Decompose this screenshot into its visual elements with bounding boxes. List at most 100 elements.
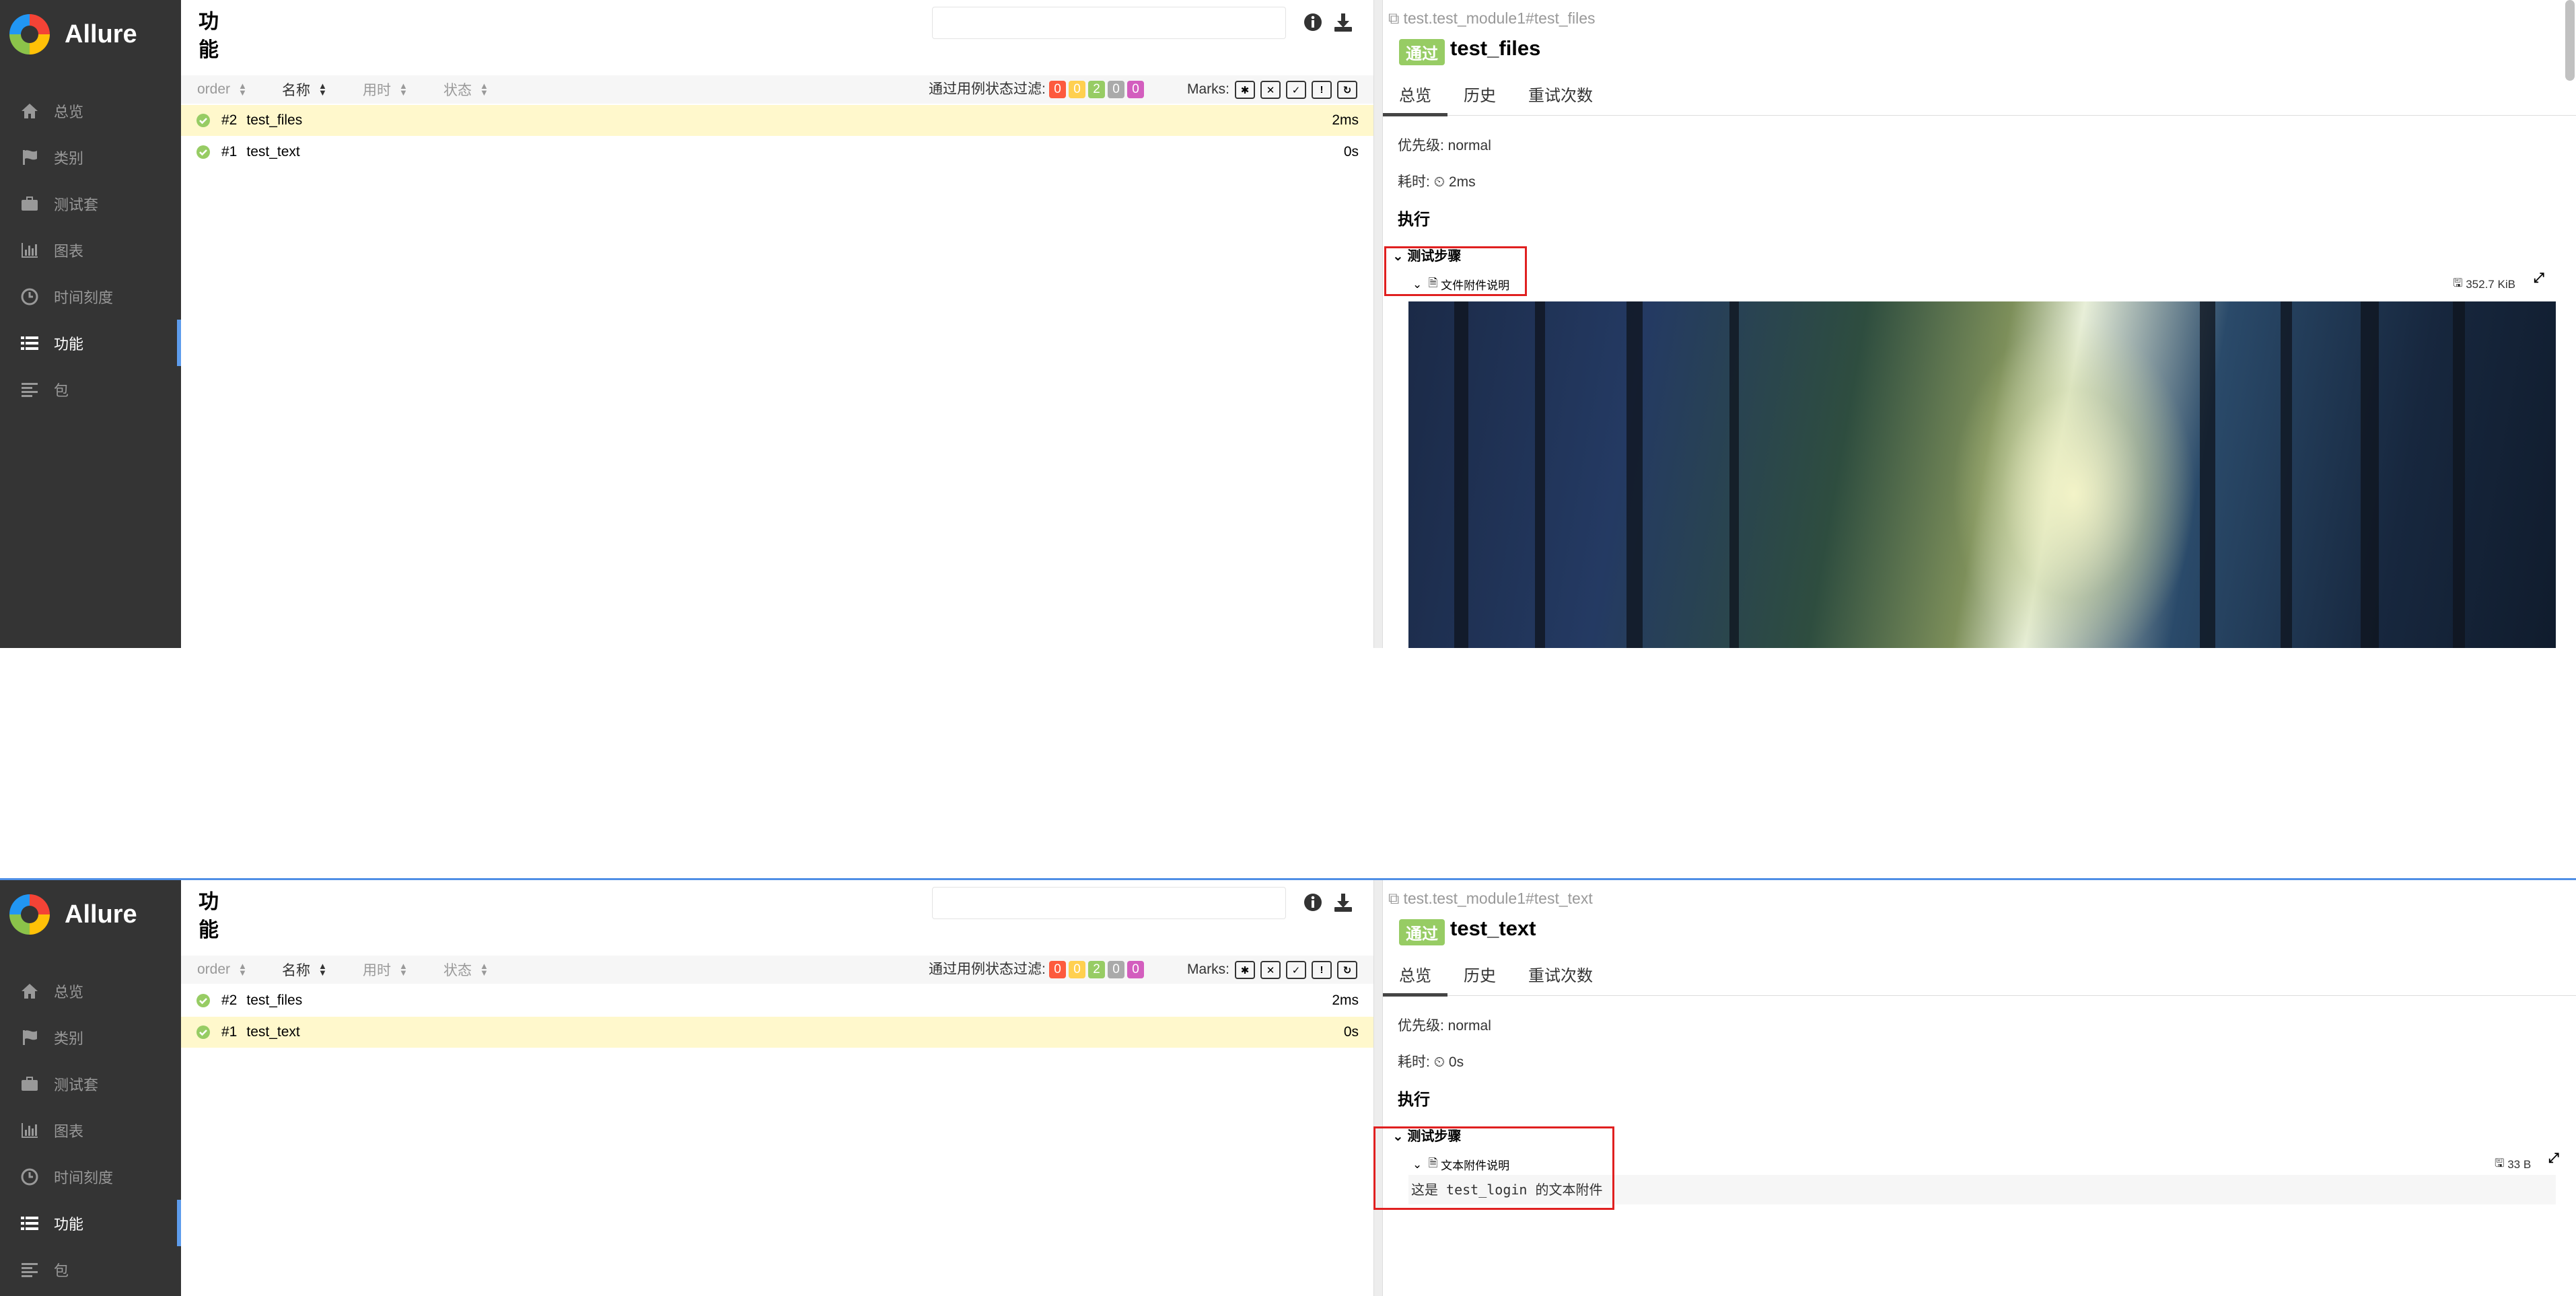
- scrollbar[interactable]: [2565, 0, 2575, 81]
- test-detail-panel: ⧉ test.test_module1#test_files 通过 test_fi…: [1383, 0, 2576, 648]
- new-passed-mark-icon[interactable]: ✓: [1286, 961, 1306, 979]
- feature-list-panel: 功能 order ▲ ▼ 名称 ▲ ▼ 用时 ▲ ▼ 状态 ▲ ▼ 通过用例状态过滤: 0020…: [181, 0, 1373, 648]
- sort-arrows-icon: ▲ ▼: [318, 961, 327, 978]
- sidebar-item-list[interactable]: 功能: [0, 1200, 181, 1246]
- sidebar-item-label: 功能: [54, 335, 84, 353]
- sidebar-item-home[interactable]: 总览: [0, 968, 181, 1014]
- save-icon: 🖫: [2453, 277, 2463, 289]
- sort-arrows-icon: ▲ ▼: [399, 81, 408, 98]
- allure-logo-icon: [9, 894, 50, 935]
- download-icon[interactable]: [1332, 891, 1355, 914]
- table-row[interactable]: #1 test_text 0s: [181, 1017, 1373, 1048]
- status-filter-badge[interactable]: 0: [1108, 81, 1124, 98]
- status-filter-badge[interactable]: 2: [1088, 81, 1105, 98]
- status-filter-badge[interactable]: 0: [1127, 961, 1144, 978]
- sidebar-item-bar-chart[interactable]: 图表: [0, 227, 181, 273]
- search-input[interactable]: [932, 887, 1286, 919]
- sort-order[interactable]: order ▲ ▼: [197, 962, 247, 978]
- status-filter-badge[interactable]: 0: [1108, 961, 1124, 978]
- status-filter-badge[interactable]: 0: [1127, 81, 1144, 98]
- status-badge: 通过: [1399, 39, 1445, 65]
- flaky-mark-icon[interactable]: ✱: [1235, 81, 1255, 99]
- expand-icon[interactable]: ⤢: [2548, 1151, 2559, 1166]
- attachment-image: [1408, 301, 2556, 648]
- sidebar-item-briefcase[interactable]: 测试套: [0, 180, 181, 227]
- status-filter-badge[interactable]: 0: [1049, 81, 1066, 98]
- sidebar-item-flag[interactable]: 类别: [0, 134, 181, 180]
- tab-history[interactable]: 历史: [1447, 75, 1512, 116]
- expand-icon[interactable]: ⤢: [2534, 271, 2544, 286]
- sidebar-item-briefcase[interactable]: 测试套: [0, 1060, 181, 1107]
- execution-heading: 执行: [1398, 1091, 1430, 1109]
- sidebar-item-flag[interactable]: 类别: [0, 1014, 181, 1060]
- test-full-path[interactable]: ⧉ test.test_module1#test_text: [1388, 890, 1593, 908]
- sort-arrows-icon: ▲ ▼: [318, 81, 327, 98]
- download-icon[interactable]: [1332, 11, 1355, 34]
- test-name: test_files: [246, 112, 303, 128]
- splitter-handle[interactable]: [1373, 0, 1383, 648]
- brand-name: Allure: [65, 900, 137, 929]
- sidebar-item-home[interactable]: 总览: [0, 87, 181, 134]
- brand[interactable]: Allure: [0, 880, 181, 949]
- new-broken-mark-icon[interactable]: !: [1312, 961, 1332, 979]
- search-input[interactable]: [932, 7, 1286, 39]
- align-left-icon: [19, 1259, 40, 1281]
- splitter-handle[interactable]: [1373, 880, 1383, 1296]
- page-title: 功能: [199, 891, 219, 941]
- sidebar-item-label: 功能: [54, 1215, 84, 1233]
- info-icon[interactable]: [1301, 11, 1324, 34]
- sort-name[interactable]: 名称 ▲ ▼: [282, 79, 327, 100]
- sort-arrows-icon: ▲ ▼: [238, 81, 247, 98]
- status-filter-badge[interactable]: 0: [1069, 961, 1085, 978]
- new-passed-mark-icon[interactable]: ✓: [1286, 81, 1306, 99]
- tab-history[interactable]: 历史: [1447, 956, 1512, 996]
- duration-value: 0s: [1448, 1054, 1464, 1070]
- sidebar-item-bar-chart[interactable]: 图表: [0, 1107, 181, 1153]
- copy-icon[interactable]: ⧉: [1388, 9, 1399, 28]
- flaky-mark-icon[interactable]: ✱: [1235, 961, 1255, 979]
- save-icon: 🖫: [2495, 1157, 2505, 1169]
- test-full-path[interactable]: ⧉ test.test_module1#test_files: [1388, 9, 1596, 28]
- sidebar-item-align-left[interactable]: 包: [0, 366, 181, 412]
- copy-icon[interactable]: ⧉: [1388, 890, 1399, 908]
- sort-order[interactable]: order ▲ ▼: [197, 81, 247, 98]
- sidebar-item-clock[interactable]: 时间刻度: [0, 1153, 181, 1200]
- status-filter-badge[interactable]: 0: [1049, 961, 1066, 978]
- status-filter-label: 通过用例状态过滤:: [929, 81, 1046, 97]
- bar-chart-icon: [19, 240, 40, 261]
- marks-buttons: ✱ ✕ ✓ ! ↻: [1235, 961, 1363, 979]
- table-row[interactable]: #2 test_files 2ms: [181, 105, 1373, 136]
- sidebar-item-list[interactable]: 功能: [0, 320, 181, 366]
- tab-overview[interactable]: 总览: [1383, 75, 1447, 116]
- status-filter-badge[interactable]: 0: [1069, 81, 1085, 98]
- tab-retries[interactable]: 重试次数: [1512, 75, 1609, 116]
- sort-name[interactable]: 名称 ▲ ▼: [282, 960, 327, 980]
- sort-status[interactable]: 状态 ▲ ▼: [443, 960, 489, 980]
- test-path-text: test.test_module1#test_files: [1403, 9, 1596, 27]
- info-icon[interactable]: [1301, 891, 1324, 914]
- sort-status-label: 状态: [443, 83, 472, 98]
- test-duration: 2ms: [1332, 993, 1359, 1008]
- sidebar-item-label: 时间刻度: [54, 1169, 114, 1186]
- sidebar-item-align-left[interactable]: 包: [0, 1246, 181, 1293]
- new-broken-mark-icon[interactable]: !: [1312, 81, 1332, 99]
- sort-duration[interactable]: 用时 ▲ ▼: [363, 79, 408, 100]
- sidebar-item-clock[interactable]: 时间刻度: [0, 273, 181, 320]
- sort-arrows-icon: ▲ ▼: [238, 961, 247, 978]
- tab-overview[interactable]: 总览: [1383, 956, 1447, 997]
- test-name: test_text: [246, 144, 300, 159]
- new-failed-mark-icon[interactable]: ✕: [1260, 961, 1281, 979]
- tab-retries[interactable]: 重试次数: [1512, 956, 1609, 996]
- brand[interactable]: Allure: [0, 0, 181, 69]
- marks-label: Marks:: [1187, 81, 1229, 97]
- detail-tabs: 总览 历史 重试次数: [1383, 956, 2576, 997]
- retries-mark-icon[interactable]: ↻: [1337, 961, 1357, 979]
- status-filter-badge[interactable]: 2: [1088, 961, 1105, 978]
- sort-status[interactable]: 状态 ▲ ▼: [443, 79, 489, 100]
- sort-arrows-icon: ▲ ▼: [399, 961, 408, 978]
- sort-duration[interactable]: 用时 ▲ ▼: [363, 960, 408, 980]
- new-failed-mark-icon[interactable]: ✕: [1260, 81, 1281, 99]
- table-row[interactable]: #1 test_text 0s: [181, 137, 1373, 168]
- table-row[interactable]: #2 test_files 2ms: [181, 985, 1373, 1016]
- retries-mark-icon[interactable]: ↻: [1337, 81, 1357, 99]
